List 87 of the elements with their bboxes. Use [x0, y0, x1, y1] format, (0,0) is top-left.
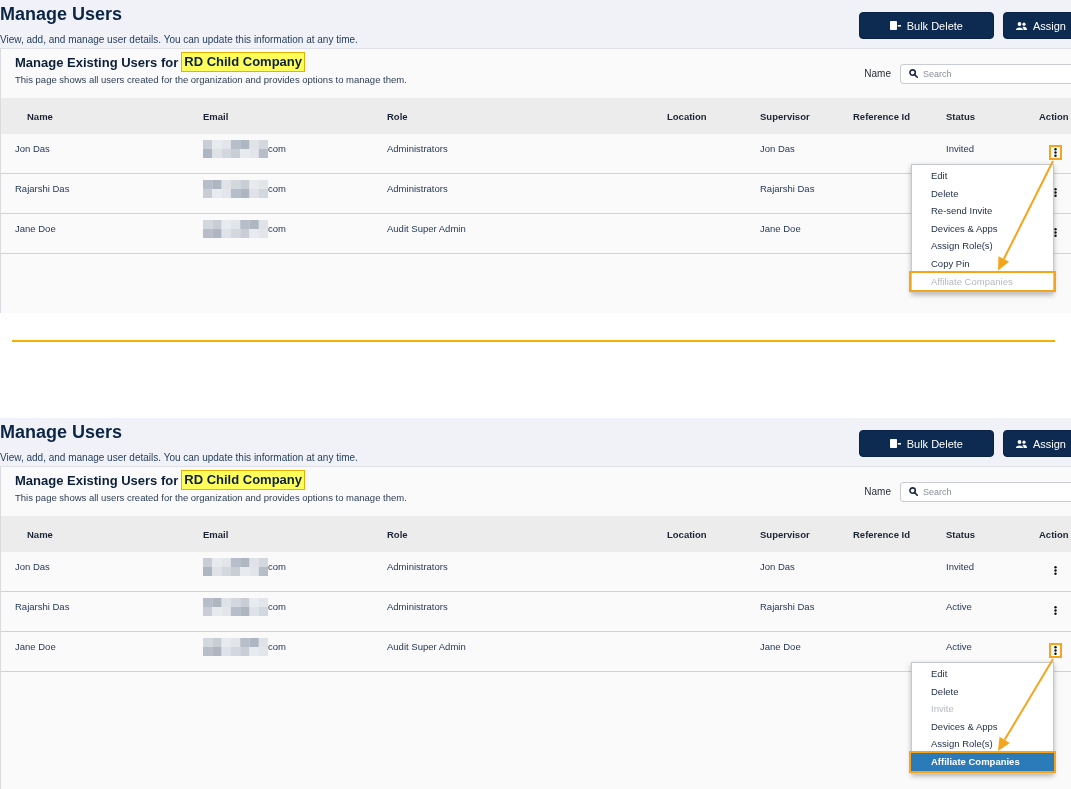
table-cell-text: Administrators	[387, 182, 449, 195]
table-cell-text: Jane Doe	[760, 640, 802, 653]
organization-name: RD Child Company	[181, 470, 305, 490]
email-text: com	[268, 142, 286, 155]
section-description: This page shows all users created for the organization and provides options to manage them.	[15, 73, 407, 86]
users-icon	[1015, 21, 1027, 30]
table-cell-text: Jon Das	[15, 142, 51, 155]
more-options-button[interactable]	[1049, 643, 1062, 658]
table-cell-text: Jon Das	[15, 560, 51, 573]
table-cell-text: Audit Super Admin	[387, 222, 467, 235]
table-cell-text: Active	[946, 600, 973, 613]
vertical-dots-icon	[1054, 566, 1057, 575]
table-cell-text: Rajarshi Das	[760, 182, 816, 195]
table-cell-text: Jane Doe	[15, 640, 57, 653]
page-title: Manage Users	[0, 3, 124, 26]
column-header: Status	[946, 110, 977, 122]
column-header: Supervisor	[760, 528, 811, 540]
page-subtitle: View, add, and manage user details. You can update this information at any time.	[0, 33, 358, 47]
menu-item[interactable]: Delete	[912, 184, 1053, 203]
column-header: Email	[203, 110, 230, 122]
column-header: Name	[26, 528, 54, 540]
table-cell-text: Invited	[946, 142, 975, 155]
search-icon	[909, 486, 918, 496]
table-cell-text: Rajarshi Das	[760, 600, 816, 613]
menu-item[interactable]: Affiliate Companies	[909, 750, 1056, 773]
search-field[interactable]: Search	[900, 64, 1071, 84]
column-header: Role	[387, 110, 409, 122]
vertical-dots-icon	[1054, 606, 1057, 615]
column-header: Action	[1039, 528, 1070, 540]
email-text: com	[268, 640, 286, 653]
assign-button[interactable]: Assign	[1002, 430, 1071, 457]
document-minus-icon	[889, 439, 901, 448]
table-cell-text: Administrators	[387, 600, 449, 613]
filter-label: Name	[864, 67, 891, 79]
table-cell-text: Invited	[946, 560, 975, 573]
vertical-dots-icon	[1054, 188, 1057, 197]
table-cell-text: Jane Doe	[760, 222, 802, 235]
vertical-dots-icon	[1054, 646, 1057, 655]
column-header: Status	[946, 528, 977, 540]
menu-item[interactable]: Delete	[912, 682, 1053, 701]
assign-button[interactable]: Assign	[1002, 12, 1071, 39]
table-cell-text: Administrators	[387, 142, 449, 155]
table-cell-text: Jon Das	[760, 560, 796, 573]
table-cell-text: Administrators	[387, 560, 449, 573]
menu-item[interactable]: Assign Role(s)	[912, 735, 1053, 753]
menu-item[interactable]: Devices & Apps	[912, 717, 1053, 736]
vertical-dots-icon	[1054, 228, 1057, 237]
email-text: com	[268, 222, 286, 235]
column-header: Action	[1039, 110, 1070, 122]
table-cell-text: Audit Super Admin	[387, 640, 467, 653]
users-icon	[1015, 439, 1027, 448]
column-header: Location	[667, 110, 708, 122]
filter-label: Name	[864, 485, 891, 497]
column-header: Name	[26, 110, 54, 122]
menu-item[interactable]: Re-send Invite	[912, 202, 1053, 220]
section-heading: Manage Existing Users for	[15, 54, 179, 70]
column-header: Supervisor	[760, 110, 811, 122]
column-header: Reference Id	[853, 110, 912, 122]
column-header: Role	[387, 528, 409, 540]
column-header: Email	[203, 528, 230, 540]
email-text: com	[268, 600, 286, 613]
menu-item[interactable]: Edit	[912, 665, 1053, 683]
bulk-delete-button[interactable]: Bulk Delete	[858, 430, 994, 457]
email-text: com	[268, 182, 286, 195]
search-field[interactable]: Search	[900, 482, 1071, 502]
organization-name: RD Child Company	[181, 52, 305, 72]
menu-item[interactable]: Assign Role(s)	[912, 237, 1053, 255]
table-cell-text: Rajarshi Das	[15, 600, 71, 613]
menu-item[interactable]: Copy Pin	[912, 254, 1053, 273]
email-text: com	[268, 560, 286, 573]
table-cell-text: Rajarshi Das	[15, 182, 71, 195]
section-heading: Manage Existing Users for	[15, 472, 179, 488]
table-cell-text: Jon Das	[760, 142, 796, 155]
search-icon	[909, 68, 918, 78]
more-options-button[interactable]	[1049, 145, 1062, 160]
vertical-dots-icon	[1054, 148, 1057, 157]
section-description: This page shows all users created for the organization and provides options to manage them.	[15, 491, 407, 504]
document-minus-icon	[889, 21, 901, 30]
table-cell-text: Jane Doe	[15, 222, 57, 235]
menu-item[interactable]: Devices & Apps	[912, 219, 1053, 238]
bulk-delete-button[interactable]: Bulk Delete	[858, 12, 994, 39]
page-subtitle: View, add, and manage user details. You can update this information at any time.	[0, 451, 358, 465]
page-title: Manage Users	[0, 421, 124, 444]
column-header: Location	[667, 528, 708, 540]
column-header: Reference Id	[853, 528, 912, 540]
menu-item[interactable]: Edit	[912, 167, 1053, 185]
table-cell-text: Active	[946, 640, 973, 653]
